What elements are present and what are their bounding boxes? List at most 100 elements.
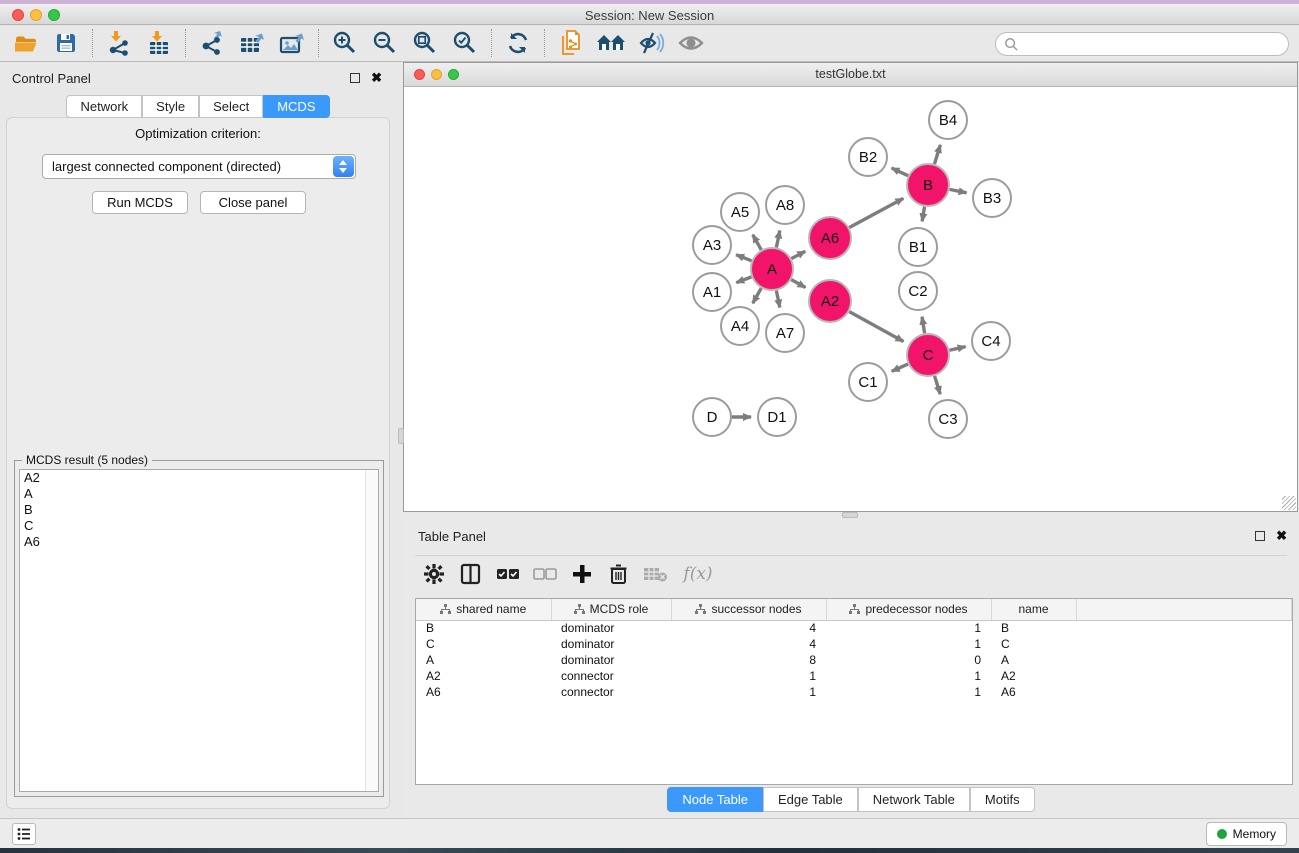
table-cell[interactable]: A6 (416, 684, 551, 700)
table-cell[interactable]: 1 (826, 636, 991, 652)
table-cell[interactable]: A (991, 652, 1076, 668)
control-tab-network[interactable]: Network (66, 95, 142, 118)
edge-A-A8[interactable] (776, 230, 779, 247)
import-network-icon[interactable] (99, 28, 139, 58)
control-tab-style[interactable]: Style (142, 95, 199, 118)
edge-C-C3[interactable] (935, 376, 941, 394)
search-input[interactable] (1019, 37, 1288, 51)
table-row[interactable]: A6connector11A6 (416, 684, 1292, 700)
network-node-A3[interactable]: A3 (693, 226, 731, 264)
table-cell[interactable]: 1 (671, 668, 826, 684)
column-header-name[interactable]: name (991, 599, 1076, 620)
table-row[interactable]: A2connector11A2 (416, 668, 1292, 684)
control-tab-mcds[interactable]: MCDS (263, 95, 329, 118)
network-node-C[interactable]: C (907, 334, 949, 376)
table-cell[interactable]: 4 (671, 636, 826, 652)
mcds-result-item[interactable]: A2 (20, 470, 378, 486)
zoom-out-icon[interactable] (365, 28, 405, 58)
export-network-icon[interactable] (192, 28, 232, 58)
table-cell[interactable]: A6 (991, 684, 1076, 700)
table-cell[interactable]: 4 (671, 620, 826, 636)
table-cell[interactable]: B (991, 620, 1076, 636)
table-cell[interactable]: dominator (551, 652, 671, 668)
select-all-icon[interactable] (489, 559, 526, 589)
network-node-A[interactable]: A (751, 248, 793, 290)
column-header-shared-name[interactable]: shared name (416, 599, 551, 620)
edge-A-A3[interactable] (736, 255, 751, 261)
edge-B-B3[interactable] (950, 189, 967, 192)
column-header-MCDS-role[interactable]: MCDS role (551, 599, 671, 620)
network-node-A4[interactable]: A4 (721, 307, 759, 345)
table-cell[interactable]: 1 (671, 684, 826, 700)
table-cell[interactable]: connector (551, 684, 671, 700)
mcds-result-list[interactable]: A2ABCA6 (19, 469, 379, 792)
table-cell[interactable]: 1 (826, 684, 991, 700)
edge-A-A1[interactable] (736, 277, 751, 283)
network-node-C4[interactable]: C4 (972, 322, 1010, 360)
network-node-A8[interactable]: A8 (766, 186, 804, 224)
export-table-icon[interactable] (232, 28, 272, 58)
network-node-C3[interactable]: C3 (929, 400, 967, 438)
network-canvas[interactable]: B4B2BB3A5A8A6A3B1AA1C2A2A4A7C4CC1C3DD1 (404, 87, 1297, 511)
network-node-A5[interactable]: A5 (721, 193, 759, 231)
table-cell[interactable]: B (416, 620, 551, 636)
network-node-A7[interactable]: A7 (766, 314, 804, 352)
criterion-dropdown[interactable]: largest connected component (directed) (42, 154, 356, 179)
float-panel-icon[interactable] (350, 73, 360, 83)
show-all-icon[interactable] (671, 28, 711, 58)
table-cell[interactable]: connector (551, 668, 671, 684)
table-row[interactable]: Bdominator41B (416, 620, 1292, 636)
edge-A-A4[interactable] (753, 288, 762, 303)
task-history-button[interactable] (12, 823, 36, 845)
first-neighbors-icon[interactable] (591, 28, 631, 58)
open-file-icon[interactable] (6, 28, 46, 58)
close-panel-button[interactable]: Close panel (200, 191, 306, 214)
window-resize-grip[interactable] (1282, 496, 1296, 510)
memory-button[interactable]: Memory (1206, 822, 1287, 846)
table-cell[interactable]: A2 (991, 668, 1076, 684)
table-row[interactable]: Cdominator41C (416, 636, 1292, 652)
network-node-B2[interactable]: B2 (849, 138, 887, 176)
network-node-C1[interactable]: C1 (849, 363, 887, 401)
network-node-A2[interactable]: A2 (809, 280, 851, 322)
network-node-B1[interactable]: B1 (899, 228, 937, 266)
hide-selected-icon[interactable] (631, 28, 671, 58)
network-node-D[interactable]: D (693, 398, 731, 436)
edge-C-C2[interactable] (922, 317, 925, 334)
table-tab-network-table[interactable]: Network Table (858, 787, 970, 812)
network-window-titlebar[interactable]: testGlobe.txt (404, 63, 1297, 87)
network-node-B4[interactable]: B4 (929, 101, 967, 139)
edge-B-B4[interactable] (934, 145, 940, 164)
mcds-result-item[interactable]: C (20, 518, 378, 534)
column-visibility-icon[interactable] (452, 559, 489, 589)
edge-C-C4[interactable] (949, 347, 965, 351)
save-session-icon[interactable] (46, 28, 86, 58)
mcds-result-item[interactable]: A (20, 486, 378, 502)
vertical-splitter-handle[interactable] (398, 428, 404, 444)
close-panel-icon[interactable]: ✖ (371, 70, 382, 86)
zoom-in-icon[interactable] (325, 28, 365, 58)
network-node-D1[interactable]: D1 (758, 398, 796, 436)
table-cell[interactable]: 8 (671, 652, 826, 668)
table-cell[interactable]: dominator (551, 620, 671, 636)
table-settings-icon[interactable] (415, 559, 452, 589)
network-node-B3[interactable]: B3 (973, 179, 1011, 217)
mcds-result-item[interactable]: B (20, 502, 378, 518)
table-tab-motifs[interactable]: Motifs (970, 787, 1035, 812)
network-node-A6[interactable]: A6 (809, 217, 851, 259)
edge-A-A6[interactable] (791, 251, 805, 258)
edge-B-B1[interactable] (922, 207, 924, 222)
edge-C-C1[interactable] (892, 364, 908, 371)
node-table[interactable]: shared nameMCDS rolesuccessor nodesprede… (415, 598, 1293, 785)
network-node-A1[interactable]: A1 (693, 273, 731, 311)
table-cell[interactable]: C (416, 636, 551, 652)
main-titlebar[interactable]: Session: New Session (0, 4, 1299, 25)
column-header-successor-nodes[interactable]: successor nodes (671, 599, 826, 620)
table-cell[interactable]: 0 (826, 652, 991, 668)
network-node-B[interactable]: B (907, 164, 949, 206)
zoom-fit-icon[interactable] (405, 28, 445, 58)
table-row[interactable]: Adominator80A (416, 652, 1292, 668)
add-column-icon[interactable] (563, 559, 600, 589)
control-tab-select[interactable]: Select (199, 95, 263, 118)
result-list-scrollbar[interactable] (365, 470, 378, 791)
